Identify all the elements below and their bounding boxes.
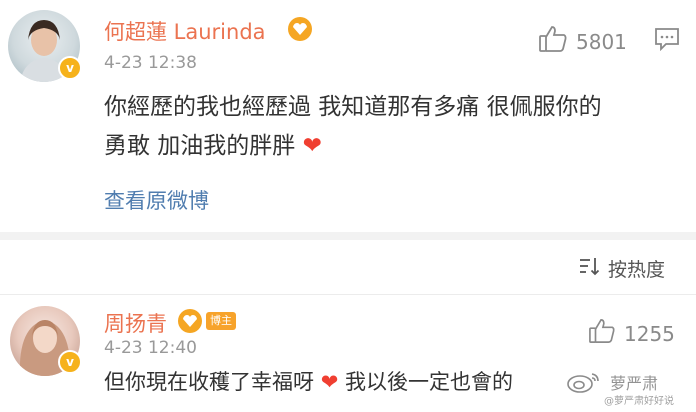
like-count: 5801 (576, 29, 627, 54)
section-divider (0, 232, 696, 240)
thumbs-up-icon (538, 25, 568, 58)
watermark-text: 萝严肃 (610, 374, 659, 393)
fan-medal-icon (288, 17, 312, 41)
heart-icon: ❤ (320, 370, 339, 394)
watermark: 萝严肃 @萝严肃好好说 (560, 368, 690, 408)
watermark-subtext: @萝严肃好好说 (604, 396, 674, 407)
verified-badge-icon: v (58, 350, 82, 374)
weibo-logo-icon (564, 370, 604, 398)
comment-icon (654, 28, 680, 55)
sort-by-hot-button[interactable]: 按热度 (578, 255, 665, 282)
sort-label: 按热度 (608, 259, 666, 281)
heart-icon: ❤ (302, 133, 322, 159)
like-button[interactable]: 1255 (588, 318, 675, 349)
comment-time: 4-23 12:40 (104, 338, 197, 358)
fan-medal-icon (178, 309, 202, 333)
verified-badge-icon: v (58, 56, 82, 80)
comment-button[interactable] (654, 27, 680, 55)
like-count: 1255 (624, 321, 675, 346)
comment-text-line: 勇敢 加油我的胖胖 (104, 133, 296, 159)
comment-text-part: 但你現在收穫了幸福呀 (104, 370, 314, 394)
comment-text: 你經歷的我也經歷過 我知道那有多痛 很佩服你的 勇敢 加油我的胖胖 ❤ (104, 88, 684, 166)
comment-time: 4-23 12:38 (104, 53, 197, 73)
avatar[interactable]: v (10, 306, 82, 376)
thumbs-up-icon (588, 318, 616, 349)
like-button[interactable]: 5801 (538, 25, 627, 58)
avatar[interactable]: v (8, 10, 82, 82)
view-original-link[interactable]: 查看原微博 (104, 185, 209, 215)
username[interactable]: 周扬青 (104, 308, 167, 338)
comment-text-part: 我以後一定也會的 (344, 370, 513, 394)
host-badge: 博主 (206, 312, 236, 330)
comment-text-line: 你經歷的我也經歷過 我知道那有多痛 很佩服你的 (104, 94, 602, 120)
username[interactable]: 何超蓮 Laurinda (104, 16, 266, 46)
sort-icon (578, 256, 600, 281)
